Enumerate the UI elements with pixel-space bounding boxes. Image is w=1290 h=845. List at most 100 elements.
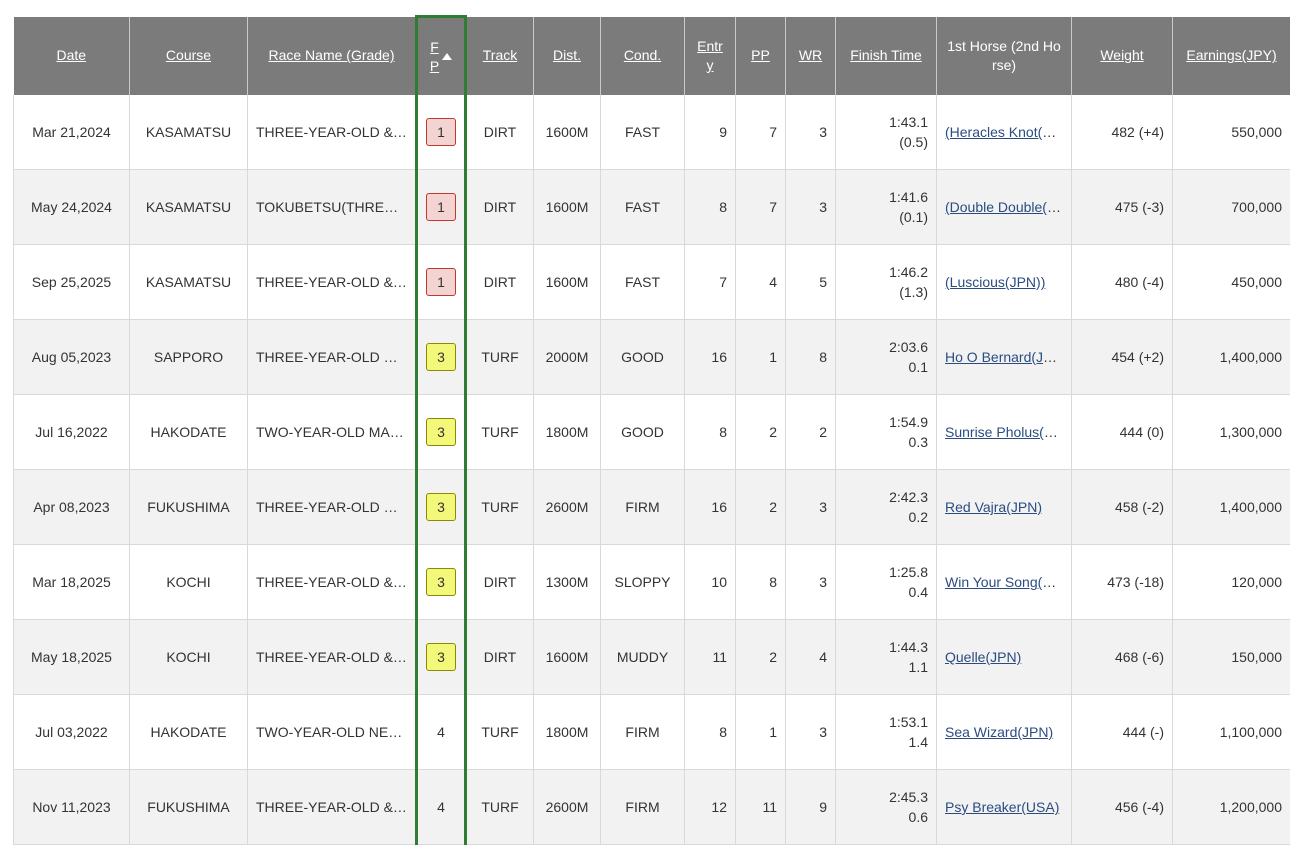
table-row: Aug 05,2023 SAPPORO THREE-YEAR-OLD MAIDE… [14, 320, 1290, 395]
horse-link[interactable]: Sea Wizard(JPN) [945, 724, 1053, 740]
cell-wr: 5 [786, 245, 836, 320]
cell-track: TURF [466, 395, 534, 470]
cell-earnings: 1,300,000 [1173, 395, 1290, 470]
cell-course: FUKUSHIMA [130, 770, 248, 845]
cell-finish-time: 1:44.31.1 [836, 620, 937, 695]
cell-entry: 12 [685, 770, 736, 845]
header-finish-position[interactable]: FP [417, 17, 466, 96]
finish-position-badge: 1 [426, 193, 456, 221]
cell-entry: 11 [685, 620, 736, 695]
cell-track: DIRT [466, 245, 534, 320]
horse-link[interactable]: Sunrise Pholus(JPN) [945, 424, 1072, 440]
sort-entry-link[interactable]: Entr [697, 38, 723, 54]
sort-track-link[interactable]: Track [483, 47, 517, 63]
finish-time-value: 2:45.3 [889, 789, 928, 805]
horse-link[interactable]: Quelle(JPN) [945, 649, 1021, 665]
cell-date: Jul 16,2022 [14, 395, 130, 470]
cell-condition: FIRM [601, 470, 685, 545]
header-race-name[interactable]: Race Name (Grade) [248, 17, 417, 96]
horse-link[interactable]: Ho O Bernard(JPN) [945, 349, 1067, 365]
cell-course: KASAMATSU [130, 245, 248, 320]
cell-finish-time: 1:41.6(0.1) [836, 170, 937, 245]
cell-earnings: 1,400,000 [1173, 470, 1290, 545]
cell-pp: 4 [736, 245, 786, 320]
cell-pp: 8 [736, 545, 786, 620]
header-entry[interactable]: Entr y [685, 17, 736, 96]
header-date[interactable]: Date [14, 17, 130, 96]
margin-value: (1.3) [899, 284, 928, 300]
sort-distance-link[interactable]: Dist. [553, 47, 581, 63]
horse-link[interactable]: (Double Double(JPN)) [945, 199, 1072, 215]
header-condition[interactable]: Cond. [601, 17, 685, 96]
cell-finish-position: 1 [417, 170, 466, 245]
cell-weight: 480 (-4) [1072, 245, 1173, 320]
cell-finish-time: 1:43.1(0.5) [836, 95, 937, 170]
cell-distance: 1600M [534, 95, 601, 170]
sort-fp-link-2[interactable]: P [430, 58, 439, 74]
margin-value: 1.1 [909, 659, 928, 675]
horse-link[interactable]: Red Vajra(JPN) [945, 499, 1042, 515]
cell-first-horse: Win Your Song(JPN) [937, 545, 1072, 620]
horse-link[interactable]: (Luscious(JPN)) [945, 274, 1045, 290]
sort-earnings-link[interactable]: Earnings(JPY) [1186, 47, 1276, 63]
cell-pp: 7 [736, 95, 786, 170]
finish-position-badge: 3 [426, 568, 456, 596]
header-wr[interactable]: WR [786, 17, 836, 96]
sort-wr-link[interactable]: WR [799, 47, 822, 63]
header-distance[interactable]: Dist. [534, 17, 601, 96]
cell-race-name: TWO-YEAR-OLD NEWCOMER [248, 695, 417, 770]
cell-pp: 11 [736, 770, 786, 845]
cell-pp: 2 [736, 470, 786, 545]
sort-finish-time-link[interactable]: Finish Time [850, 47, 922, 63]
sort-condition-link[interactable]: Cond. [624, 47, 661, 63]
cell-condition: FIRM [601, 695, 685, 770]
cell-course: HAKODATE [130, 695, 248, 770]
header-track[interactable]: Track [466, 17, 534, 96]
cell-weight: 482 (+4) [1072, 95, 1173, 170]
finish-time-value: 1:43.1 [889, 114, 928, 130]
table-row: May 18,2025 KOCHI THREE-YEAR-OLD & UP 3 … [14, 620, 1290, 695]
cell-condition: MUDDY [601, 620, 685, 695]
horse-link[interactable]: Psy Breaker(USA) [945, 799, 1059, 815]
cell-earnings: 700,000 [1173, 170, 1290, 245]
cell-distance: 1600M [534, 245, 601, 320]
header-course[interactable]: Course [130, 17, 248, 96]
cell-finish-position: 3 [417, 545, 466, 620]
cell-entry: 8 [685, 695, 736, 770]
cell-pp: 2 [736, 395, 786, 470]
cell-distance: 2600M [534, 770, 601, 845]
cell-first-horse: (Heracles Knot(JPN)) [937, 95, 1072, 170]
sort-pp-link[interactable]: PP [751, 47, 770, 63]
header-weight[interactable]: Weight [1072, 17, 1173, 96]
horse-link[interactable]: Win Your Song(JPN) [945, 574, 1072, 590]
cell-condition: GOOD [601, 320, 685, 395]
sort-fp-link[interactable]: F [430, 39, 439, 55]
sort-entry-link-2[interactable]: y [707, 57, 714, 73]
cell-distance: 2600M [534, 470, 601, 545]
sort-date-link[interactable]: Date [56, 47, 86, 63]
cell-finish-position: 4 [417, 770, 466, 845]
cell-race-name: THREE-YEAR-OLD MAIDEN [248, 320, 417, 395]
header-pp[interactable]: PP [736, 17, 786, 96]
table-row: Jul 03,2022 HAKODATE TWO-YEAR-OLD NEWCOM… [14, 695, 1290, 770]
cell-race-name: THREE-YEAR-OLD & UP [248, 95, 417, 170]
horse-link[interactable]: (Heracles Knot(JPN)) [945, 124, 1072, 140]
cell-pp: 1 [736, 695, 786, 770]
table-row: Sep 25,2025 KASAMATSU THREE-YEAR-OLD & U… [14, 245, 1290, 320]
sort-course-link[interactable]: Course [166, 47, 211, 63]
margin-value: 1.4 [909, 734, 928, 750]
cell-date: May 18,2025 [14, 620, 130, 695]
cell-finish-time: 2:42.30.2 [836, 470, 937, 545]
sort-weight-link[interactable]: Weight [1100, 47, 1143, 63]
cell-course: HAKODATE [130, 395, 248, 470]
finish-position-badge: 4 [427, 719, 455, 745]
cell-date: Jul 03,2022 [14, 695, 130, 770]
sort-race-name-link[interactable]: Race Name (Grade) [268, 47, 394, 63]
cell-track: DIRT [466, 545, 534, 620]
header-finish-time[interactable]: Finish Time [836, 17, 937, 96]
cell-weight: 444 (-) [1072, 695, 1173, 770]
cell-course: KOCHI [130, 545, 248, 620]
header-earnings[interactable]: Earnings(JPY) [1173, 17, 1290, 96]
cell-distance: 1600M [534, 620, 601, 695]
cell-first-horse: (Luscious(JPN)) [937, 245, 1072, 320]
